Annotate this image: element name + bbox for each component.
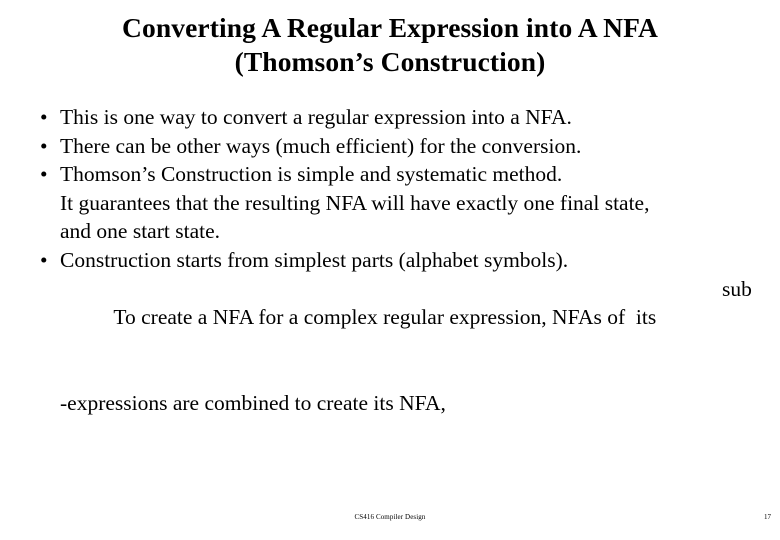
slide-body: • This is one way to convert a regular e… [0,103,780,418]
bullet-text-orphan-word: sub [722,276,752,301]
list-item: • There can be other ways (much efficien… [0,132,780,161]
bullet-text-line-main: To create a NFA for a complex regular ex… [113,305,657,330]
bullet-text-line: and one start state. [60,219,221,244]
bullet-marker-icon: • [40,247,48,272]
footer-course-label: CS416 Compiler Design [354,513,426,521]
list-item: • Thomson’s Construction is simple and s… [0,160,780,246]
bullet-text-line: -expressions are combined to create its … [60,390,446,415]
slide-title: Converting A Regular Expression into A N… [0,11,780,79]
bullet-text-line: There can be other ways (much efficient)… [60,133,582,158]
bullet-marker-icon: • [40,105,48,129]
slide-title-line-1: Converting A Regular Expression into A N… [122,12,658,43]
list-item: • This is one way to convert a regular e… [0,103,780,132]
bullet-text-line: It guarantees that the resulting NFA wil… [60,190,650,215]
bullet-text-line: This is one way to convert a regular exp… [60,105,572,129]
list-item: • Construction starts from simplest part… [0,246,780,418]
footer-page-number: 17 [764,513,771,521]
bullet-text-block: There can be other ways (much efficient)… [0,132,780,161]
bullet-text-line: Construction starts from simplest parts … [60,247,569,272]
bullet-marker-icon: • [40,133,48,158]
bullet-text-block: Construction starts from simplest parts … [0,246,780,418]
bullet-text-line: To create a NFA for a complex regular ex… [60,275,770,389]
bullet-text-line: Thomson’s Construction is simple and sys… [60,162,563,187]
bullet-text-block: Thomson’s Construction is simple and sys… [0,160,780,246]
bullet-marker-icon: • [40,162,48,187]
slide-canvas: Converting A Regular Expression into A N… [0,0,780,540]
slide-title-line-2: (Thomson’s Construction) [234,46,546,77]
bullet-text-block: This is one way to convert a regular exp… [0,103,780,132]
